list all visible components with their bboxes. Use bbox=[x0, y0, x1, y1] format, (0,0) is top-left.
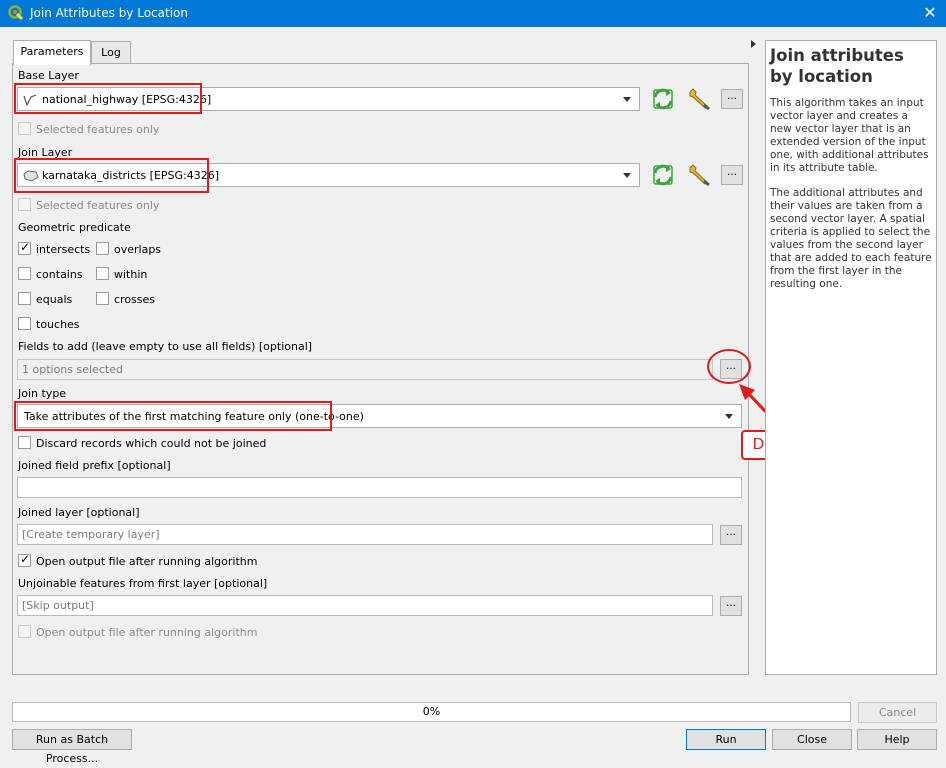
join-layer-highlight bbox=[14, 158, 209, 193]
contains-label: contains bbox=[36, 268, 83, 281]
join-selected-only-checkbox[interactable] bbox=[18, 198, 31, 211]
help-panel: Join attributes by location This algorit… bbox=[765, 40, 937, 675]
discard-checkbox[interactable] bbox=[18, 436, 31, 449]
unjoinable-label: Unjoinable features from first layer [op… bbox=[18, 577, 268, 590]
prefix-label: Joined field prefix [optional] bbox=[18, 459, 171, 472]
wrench-icon[interactable] bbox=[687, 87, 711, 111]
help-paragraph: The additional attributes and their valu… bbox=[770, 187, 932, 290]
equals-label: equals bbox=[36, 293, 73, 306]
unjoinable-field[interactable]: [Skip output] bbox=[17, 595, 713, 616]
tab-parameters[interactable]: Parameters bbox=[13, 40, 91, 65]
refresh-icon[interactable] bbox=[651, 87, 675, 111]
unjoinable-open-output-label: Open output file after running algorithm bbox=[36, 626, 258, 639]
title-bar: Join Attributes by Location ✕ bbox=[0, 0, 946, 27]
progress-text: 0% bbox=[422, 705, 441, 718]
crosses-checkbox[interactable] bbox=[96, 292, 109, 305]
touches-label: touches bbox=[36, 318, 80, 331]
checkmark-icon: ✓ bbox=[20, 552, 31, 566]
help-title: Join attributes by location bbox=[770, 46, 904, 86]
help-paragraph: This algorithm takes an input vector lay… bbox=[770, 97, 929, 174]
intersects-checkbox[interactable]: ✓ bbox=[18, 240, 31, 255]
wrench-icon[interactable] bbox=[687, 163, 711, 187]
predicate-label: Geometric predicate bbox=[18, 221, 131, 234]
within-checkbox[interactable] bbox=[96, 267, 109, 280]
join-type-highlight bbox=[14, 401, 332, 431]
prefix-input[interactable] bbox=[17, 477, 742, 498]
window-title: Join Attributes by Location bbox=[30, 6, 188, 20]
chevron-down-icon bbox=[623, 173, 631, 178]
discard-label: Discard records which could not be joine… bbox=[36, 437, 267, 450]
qgis-logo-icon bbox=[8, 5, 24, 21]
unjoinable-browse-button[interactable]: … bbox=[720, 596, 742, 616]
join-selected-only-label: Selected features only bbox=[36, 199, 160, 212]
tab-log[interactable]: Log bbox=[91, 41, 131, 65]
join-layer-browse-button[interactable]: … bbox=[721, 165, 743, 185]
join-type-label: Join type bbox=[18, 387, 67, 400]
batch-process-button[interactable]: Run as Batch Process... bbox=[12, 729, 132, 765]
fields-to-add-label: Fields to add (leave empty to use all fi… bbox=[18, 340, 313, 353]
touches-checkbox[interactable] bbox=[18, 317, 31, 330]
chevron-down-icon bbox=[725, 414, 733, 419]
joined-layer-field[interactable]: [Create temporary layer] bbox=[17, 524, 713, 545]
equals-checkbox[interactable] bbox=[18, 292, 31, 305]
overlaps-label: overlaps bbox=[114, 243, 162, 256]
overlaps-checkbox[interactable] bbox=[96, 242, 109, 255]
base-selected-only-label: Selected features only bbox=[36, 123, 160, 136]
help-button[interactable]: Help bbox=[857, 729, 937, 750]
base-selected-only-checkbox[interactable] bbox=[18, 122, 31, 135]
crosses-label: crosses bbox=[114, 293, 156, 306]
contains-checkbox[interactable] bbox=[18, 267, 31, 280]
intersects-label: intersects bbox=[36, 243, 91, 256]
joined-layer-label: Joined layer [optional] bbox=[18, 506, 140, 519]
joined-layer-browse-button[interactable]: … bbox=[720, 525, 742, 545]
fields-to-add-field: 1 options selected bbox=[17, 359, 713, 380]
chevron-down-icon bbox=[623, 97, 631, 102]
open-output-label: Open output file after running algorithm bbox=[36, 555, 258, 568]
cancel-button[interactable]: Cancel bbox=[858, 702, 937, 723]
progress-bar: 0% bbox=[12, 702, 851, 722]
base-layer-highlight bbox=[14, 83, 202, 114]
collapse-arrow-icon[interactable] bbox=[751, 40, 756, 48]
unjoinable-open-output-checkbox[interactable] bbox=[18, 625, 31, 638]
close-icon[interactable]: ✕ bbox=[918, 2, 942, 24]
base-layer-label: Base Layer bbox=[18, 69, 79, 82]
refresh-icon[interactable] bbox=[651, 163, 675, 187]
base-layer-browse-button[interactable]: … bbox=[721, 89, 743, 109]
close-button[interactable]: Close bbox=[772, 729, 852, 750]
open-output-checkbox[interactable]: ✓ bbox=[18, 552, 31, 567]
checkmark-icon: ✓ bbox=[20, 240, 31, 254]
run-button[interactable]: Run bbox=[686, 729, 766, 750]
within-label: within bbox=[114, 268, 148, 281]
